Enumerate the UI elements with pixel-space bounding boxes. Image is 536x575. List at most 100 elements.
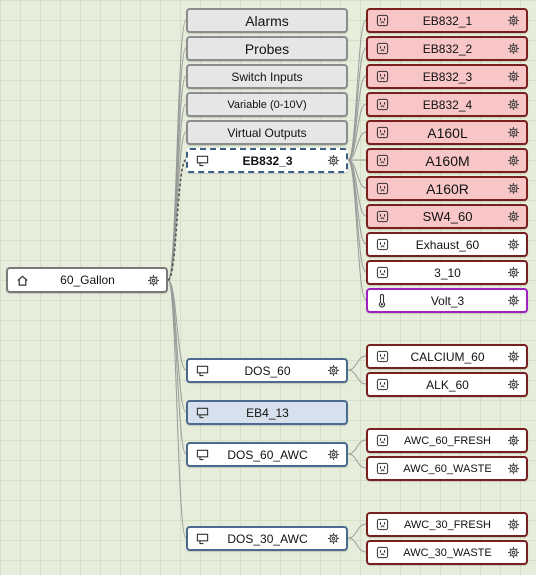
outlet-icon xyxy=(375,210,389,224)
output-label: ALK_60 xyxy=(426,377,469,392)
outlet-icon xyxy=(375,98,389,112)
probe-volt-3[interactable]: Volt_3 xyxy=(366,288,528,313)
category-alarms[interactable]: Alarms xyxy=(186,8,348,33)
gear-icon[interactable] xyxy=(326,154,340,168)
output-alk-60[interactable]: ALK_60 xyxy=(366,372,528,397)
outlet-icon xyxy=(375,266,389,280)
wire xyxy=(347,103,367,161)
gear-icon[interactable] xyxy=(506,238,520,252)
wire xyxy=(347,19,367,161)
home-icon xyxy=(15,273,29,287)
monitor-icon xyxy=(195,532,209,546)
outlet-icon xyxy=(375,182,389,196)
gear-icon[interactable] xyxy=(506,462,520,476)
outlet-icon xyxy=(375,434,389,448)
outlet-icon xyxy=(375,154,389,168)
output-sw4-60[interactable]: SW4_60 xyxy=(366,204,528,229)
outlet-icon xyxy=(375,14,389,28)
wire xyxy=(347,47,367,161)
device-eb4-13[interactable]: EB4_13 xyxy=(186,400,348,425)
device-label: DOS_60 xyxy=(244,363,291,378)
output-label: EB832_1 xyxy=(422,13,473,28)
output-exhaust-60[interactable]: Exhaust_60 xyxy=(366,232,528,257)
gear-icon[interactable] xyxy=(506,70,520,84)
device-dos-30-awc[interactable]: DOS_30_AWC xyxy=(186,526,348,551)
device-dos-60[interactable]: DOS_60 xyxy=(186,358,348,383)
wire xyxy=(347,453,367,469)
gear-icon[interactable] xyxy=(506,98,520,112)
monitor-icon xyxy=(195,448,209,462)
output-a160r[interactable]: A160R xyxy=(366,176,528,201)
output-eb832-1[interactable]: EB832_1 xyxy=(366,8,528,33)
category-label: Switch Inputs xyxy=(231,69,303,84)
output-label: AWC_30_WASTE xyxy=(403,546,492,559)
device-dos-60-awc[interactable]: DOS_60_AWC xyxy=(186,442,348,467)
output-label: EB832_2 xyxy=(422,41,473,56)
gear-icon[interactable] xyxy=(326,364,340,378)
outlet-icon xyxy=(375,238,389,252)
wire xyxy=(167,279,187,413)
wire xyxy=(347,537,367,553)
output-label: A160M xyxy=(425,152,470,169)
gear-icon[interactable] xyxy=(506,518,520,532)
output-label: A160L xyxy=(427,124,468,141)
outlet-icon xyxy=(375,70,389,84)
output-awc-30-waste[interactable]: AWC_30_WASTE xyxy=(366,540,528,565)
gear-icon[interactable] xyxy=(326,532,340,546)
output-awc-30-fresh[interactable]: AWC_30_FRESH xyxy=(366,512,528,537)
gear-icon[interactable] xyxy=(506,378,520,392)
output-label: AWC_60_FRESH xyxy=(403,434,491,447)
category-virtual-outputs[interactable]: Virtual Outputs xyxy=(186,120,348,145)
gear-icon[interactable] xyxy=(506,266,520,280)
wire xyxy=(347,369,367,385)
gear-icon[interactable] xyxy=(506,294,520,308)
monitor-icon xyxy=(195,364,209,378)
wire xyxy=(167,279,187,539)
device-eb832-3[interactable]: EB832_3 xyxy=(186,148,348,173)
gear-icon[interactable] xyxy=(326,448,340,462)
gear-icon[interactable] xyxy=(506,210,520,224)
wire xyxy=(167,279,187,371)
outlet-icon xyxy=(375,378,389,392)
output-label: Exhaust_60 xyxy=(415,237,480,252)
output-3-10[interactable]: 3_10 xyxy=(366,260,528,285)
wire xyxy=(347,523,367,539)
gear-icon[interactable] xyxy=(506,14,520,28)
device-label: EB832_3 xyxy=(242,153,293,168)
gear-icon[interactable] xyxy=(506,126,520,140)
gear-icon[interactable] xyxy=(146,273,160,287)
outlet-icon xyxy=(375,546,389,560)
wire xyxy=(347,159,367,301)
output-a160l[interactable]: A160L xyxy=(366,120,528,145)
gear-icon[interactable] xyxy=(506,182,520,196)
gear-icon[interactable] xyxy=(506,350,520,364)
gear-icon[interactable] xyxy=(506,154,520,168)
output-label: EB832_4 xyxy=(422,97,473,112)
output-label: EB832_3 xyxy=(422,69,473,84)
output-a160m[interactable]: A160M xyxy=(366,148,528,173)
category-variable[interactable]: Variable (0-10V) xyxy=(186,92,348,117)
category-label: Alarms xyxy=(245,12,289,29)
category-switch-inputs[interactable]: Switch Inputs xyxy=(186,64,348,89)
device-label: EB4_13 xyxy=(246,405,289,420)
device-label: DOS_30_AWC xyxy=(227,531,308,546)
gear-icon[interactable] xyxy=(506,434,520,448)
output-label: AWC_30_FRESH xyxy=(403,518,491,531)
output-label: 3_10 xyxy=(434,265,461,280)
output-awc-60-fresh[interactable]: AWC_60_FRESH xyxy=(366,428,528,453)
output-label: SW4_60 xyxy=(422,209,473,224)
outlet-icon xyxy=(375,42,389,56)
output-eb832-3[interactable]: EB832_3 xyxy=(366,64,528,89)
gear-icon[interactable] xyxy=(506,42,520,56)
gear-icon[interactable] xyxy=(506,546,520,560)
output-eb832-4[interactable]: EB832_4 xyxy=(366,92,528,117)
output-calcium-60[interactable]: CALCIUM_60 xyxy=(366,344,528,369)
thermometer-icon xyxy=(375,293,389,308)
root-label: 60_Gallon xyxy=(60,273,115,287)
output-awc-60-waste[interactable]: AWC_60_WASTE xyxy=(366,456,528,481)
wire xyxy=(347,159,367,273)
root-node-60-gallon[interactable]: 60_Gallon xyxy=(6,267,168,293)
output-eb832-2[interactable]: EB832_2 xyxy=(366,36,528,61)
outlet-icon xyxy=(375,350,389,364)
category-probes[interactable]: Probes xyxy=(186,36,348,61)
